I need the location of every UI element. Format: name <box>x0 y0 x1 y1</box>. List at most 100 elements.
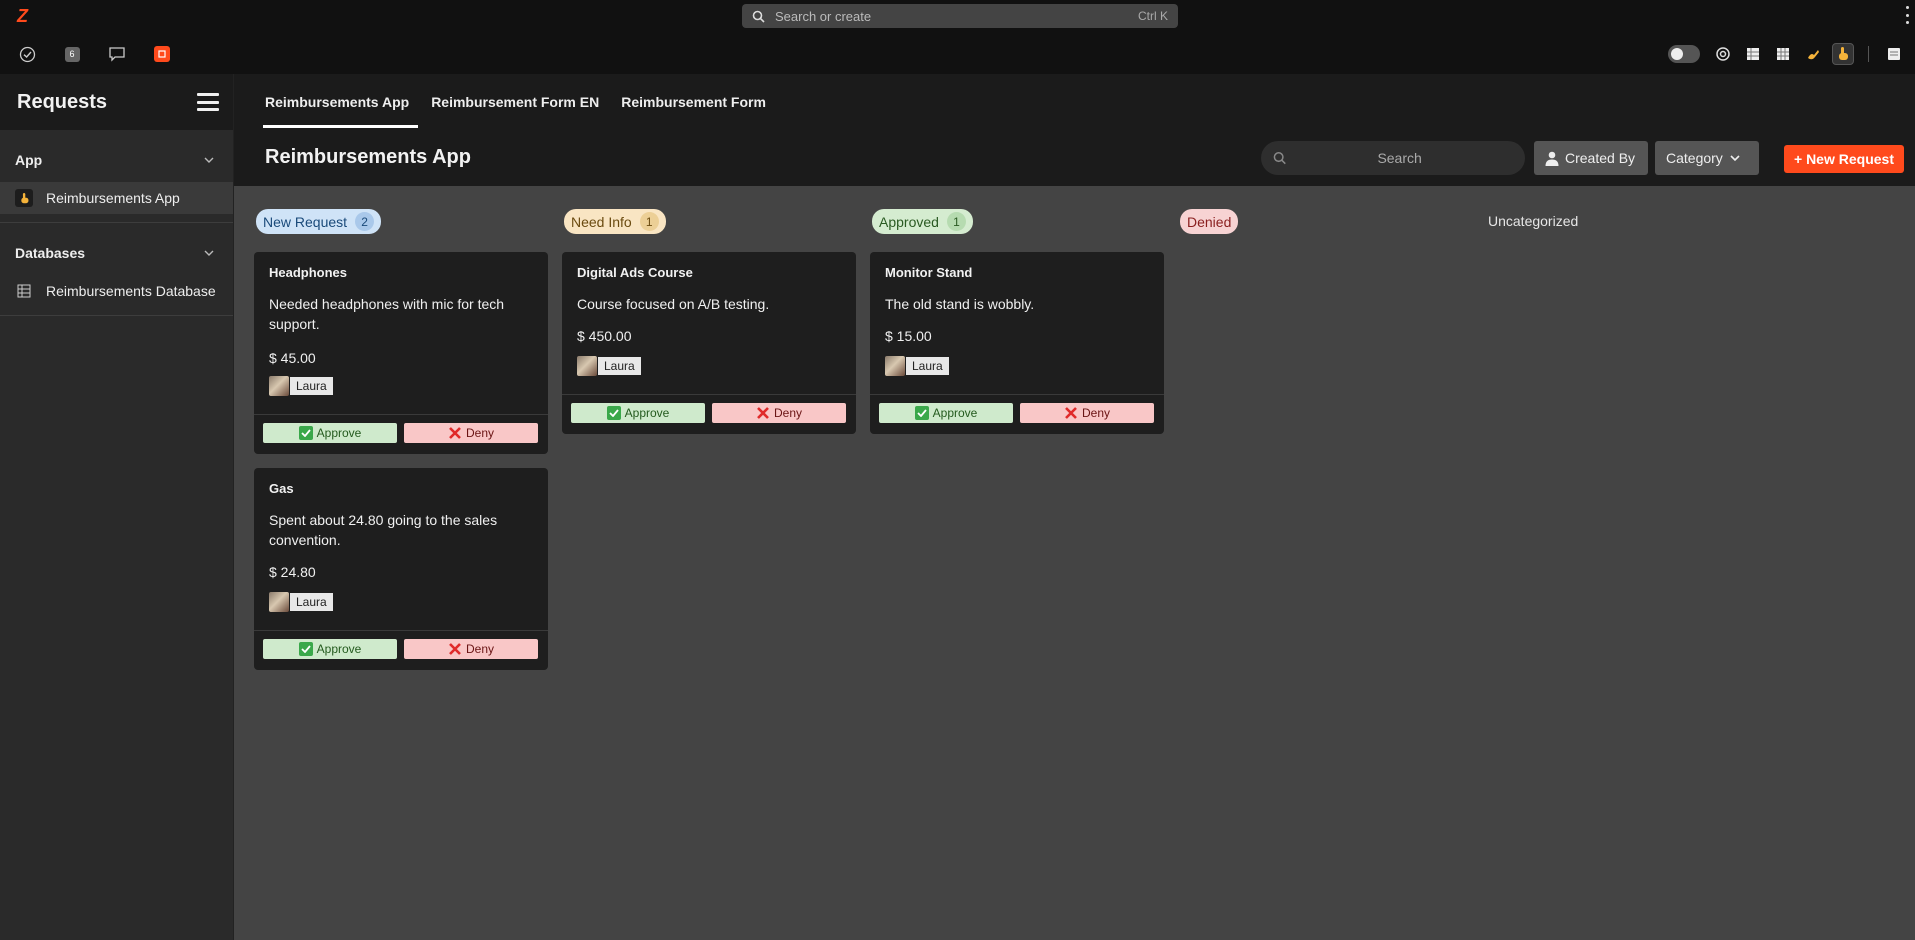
deny-label: Deny <box>1081 406 1110 420</box>
deny-button[interactable]: Deny <box>712 403 846 423</box>
cross-icon <box>1065 407 1077 419</box>
tasks-check-icon[interactable] <box>17 44 37 64</box>
card-actions: Approve Deny <box>562 394 856 434</box>
avatar <box>269 376 289 396</box>
page-icon[interactable] <box>1883 43 1905 65</box>
user-chip[interactable]: Laura <box>577 356 641 376</box>
menu-icon[interactable] <box>197 93 219 111</box>
request-card-gas[interactable]: Gas Spent about 24.80 going to the sales… <box>254 468 548 670</box>
tab-reimbursements-app[interactable]: Reimbursements App <box>262 74 419 130</box>
user-chip[interactable]: Laura <box>269 592 333 612</box>
card-title: Monitor Stand <box>885 265 973 280</box>
column-label: Need Info <box>571 213 632 230</box>
user-name: Laura <box>290 593 333 611</box>
notification-count: 6 <box>64 46 80 62</box>
new-request-button[interactable]: + New Request <box>1784 145 1904 173</box>
sidebar-section-databases[interactable]: Databases <box>0 231 233 275</box>
column-header-denied: Denied <box>1180 209 1239 234</box>
pointing-hand-icon <box>15 189 33 207</box>
card-actions: Approve Deny <box>254 630 548 670</box>
chevron-down-icon <box>204 250 214 256</box>
category-label: Category <box>1666 150 1723 166</box>
search-input[interactable] <box>1286 150 1513 166</box>
writing-hand-icon[interactable] <box>1802 43 1824 65</box>
approve-button[interactable]: Approve <box>571 403 705 423</box>
chat-icon[interactable] <box>107 44 127 64</box>
approve-button[interactable]: Approve <box>879 403 1013 423</box>
column-label: Approved <box>879 213 939 230</box>
column-label: Denied <box>1187 213 1232 230</box>
column-header-new-request: New Request 2 <box>256 209 382 234</box>
deny-button[interactable]: Deny <box>404 639 538 659</box>
user-name: Laura <box>598 357 641 375</box>
table-view-icon[interactable] <box>1742 43 1764 65</box>
more-menu-icon[interactable] <box>1905 6 1909 24</box>
request-card-headphones[interactable]: Headphones Needed headphones with mic fo… <box>254 252 548 454</box>
pointing-hand-icon[interactable] <box>1832 43 1854 65</box>
avatar <box>577 356 597 376</box>
page-title: Reimbursements App <box>265 146 471 168</box>
app-store-icon[interactable] <box>152 44 172 64</box>
help-icon[interactable] <box>1712 43 1734 65</box>
request-card-digital-ads-course[interactable]: Digital Ads Course Course focused on A/B… <box>562 252 856 434</box>
card-description: The old stand is wobbly. <box>885 296 1035 312</box>
cross-icon <box>757 407 769 419</box>
check-icon <box>914 406 929 420</box>
table-icon <box>15 282 33 300</box>
toolbar: 6 <box>0 34 1915 74</box>
shortcut-hint: Ctrl K <box>1138 9 1168 23</box>
app-logo[interactable]: Z <box>17 6 31 26</box>
column-header-uncategorized: Uncategorized <box>1488 213 1579 229</box>
column-count: 1 <box>946 212 966 231</box>
deny-button[interactable]: Deny <box>1020 403 1154 423</box>
column-count: 2 <box>355 212 375 231</box>
user-name: Laura <box>290 377 333 395</box>
search-icon <box>1273 152 1286 165</box>
user-chip[interactable]: Laura <box>269 376 333 396</box>
tab-reimbursement-form[interactable]: Reimbursement Form <box>620 74 767 130</box>
deny-button[interactable]: Deny <box>404 423 538 443</box>
request-card-monitor-stand[interactable]: Monitor Stand The old stand is wobbly. $… <box>870 252 1164 434</box>
global-search[interactable]: Search or create Ctrl K <box>742 4 1178 28</box>
card-description: Course focused on A/B testing. <box>577 296 770 312</box>
card-title: Headphones <box>269 265 348 280</box>
section-label: App <box>15 152 43 168</box>
created-by-label: Created By <box>1565 150 1636 166</box>
chevron-down-icon <box>204 157 214 163</box>
check-icon <box>298 642 313 656</box>
kanban-board: New Request 2 Headphones Needed headphon… <box>234 186 1915 940</box>
sidebar-section-app[interactable]: App <box>0 138 233 182</box>
created-by-filter-button[interactable]: Created By <box>1534 141 1648 175</box>
cross-icon <box>449 427 461 439</box>
sidebar-item-reimbursements-app[interactable]: Reimbursements App <box>0 182 233 214</box>
card-title: Digital Ads Course <box>577 265 693 280</box>
tab-bar: Reimbursements App Reimbursement Form EN… <box>262 74 767 130</box>
theme-toggle[interactable] <box>1668 45 1700 63</box>
approve-button[interactable]: Approve <box>263 423 397 443</box>
notifications-badge-icon[interactable]: 6 <box>62 44 82 64</box>
main-header: Reimbursements App Reimbursement Form EN… <box>234 74 1915 186</box>
global-search-placeholder: Search or create <box>775 8 872 24</box>
category-filter-button[interactable]: Category <box>1655 141 1759 175</box>
sidebar-item-label: Reimbursements App <box>46 190 180 206</box>
approve-label: Approve <box>316 426 362 440</box>
approve-label: Approve <box>624 406 670 420</box>
approve-label: Approve <box>932 406 978 420</box>
user-name: Laura <box>906 357 949 375</box>
card-amount: $ 15.00 <box>885 328 932 344</box>
database-view-icon[interactable] <box>1772 43 1794 65</box>
card-amount: $ 24.80 <box>269 564 316 580</box>
card-description: Needed headphones with mic for tech supp… <box>269 296 505 332</box>
toolbar-separator <box>1868 46 1869 62</box>
deny-label: Deny <box>773 406 802 420</box>
avatar <box>885 356 905 376</box>
tab-reimbursement-form-en[interactable]: Reimbursement Form EN <box>430 74 600 130</box>
sidebar-item-reimbursements-database[interactable]: Reimbursements Database <box>0 275 233 307</box>
user-chip[interactable]: Laura <box>885 356 949 376</box>
sidebar-divider <box>0 315 233 316</box>
approve-button[interactable]: Approve <box>263 639 397 659</box>
card-amount: $ 45.00 <box>269 350 316 366</box>
deny-label: Deny <box>465 642 494 656</box>
card-description: Spent about 24.80 going to the sales con… <box>269 512 498 548</box>
approve-label: Approve <box>316 642 362 656</box>
